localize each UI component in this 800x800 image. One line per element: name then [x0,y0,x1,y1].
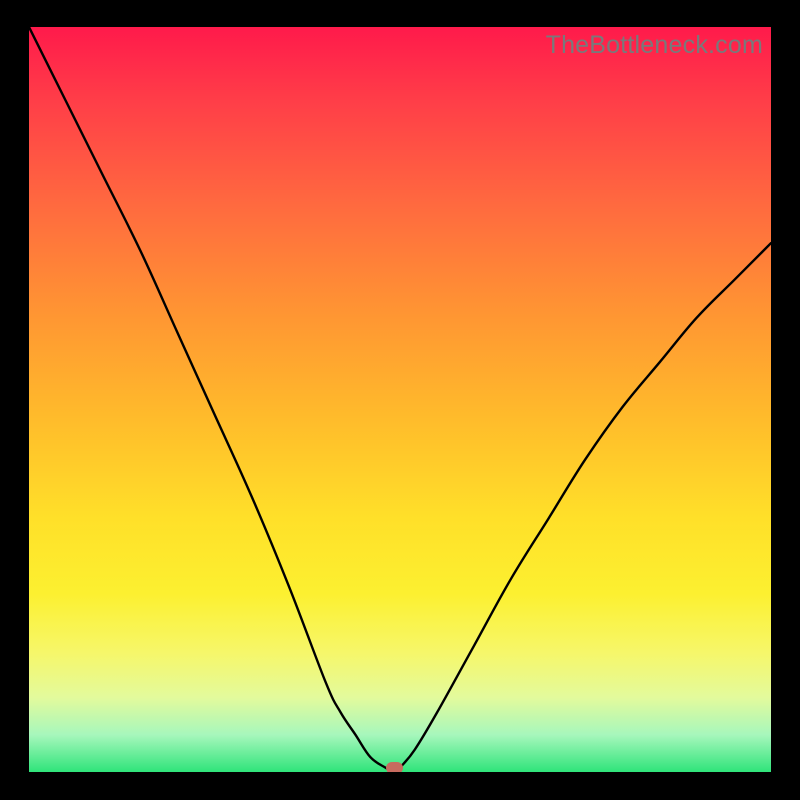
plot-area: TheBottleneck.com [29,27,771,772]
optimal-marker-icon [386,762,403,772]
chart-frame: TheBottleneck.com [0,0,800,800]
bottleneck-curve [29,27,771,772]
